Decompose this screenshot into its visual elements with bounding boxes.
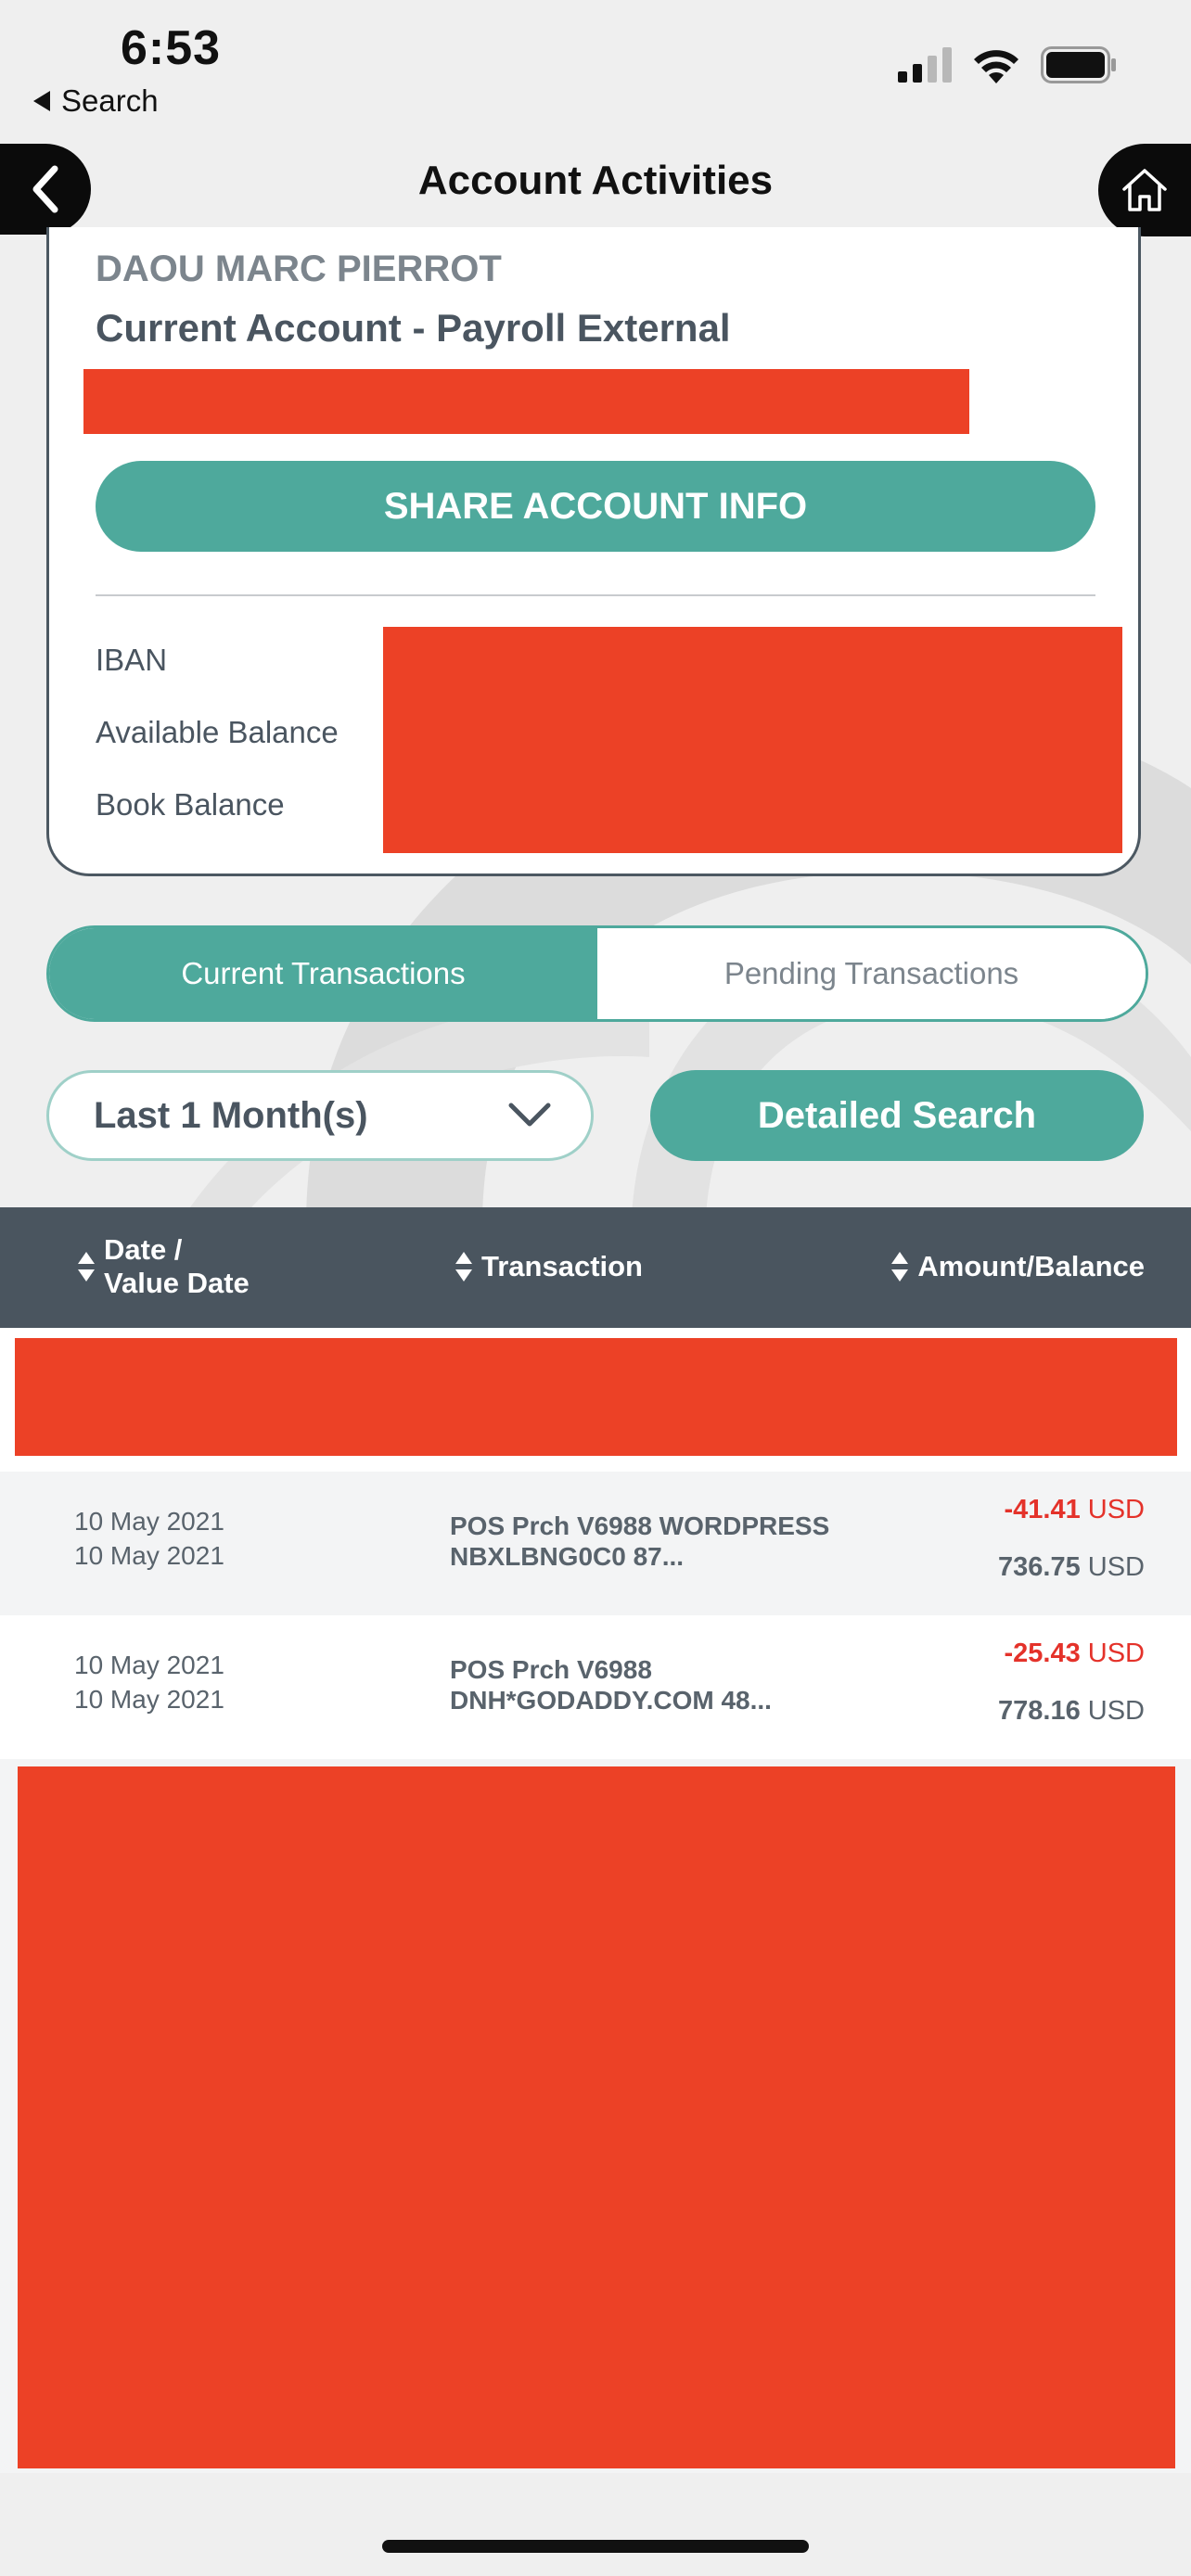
transaction-amount-currency: USD bbox=[1087, 1639, 1145, 1668]
status-time: 6:53 bbox=[121, 21, 222, 75]
battery-icon bbox=[1041, 46, 1116, 83]
transaction-amount: -41.41 bbox=[1004, 1495, 1081, 1524]
card-divider bbox=[96, 594, 1095, 596]
transaction-balance: 778.16 bbox=[998, 1696, 1081, 1726]
redacted-account-values bbox=[383, 627, 1122, 853]
home-indicator[interactable] bbox=[382, 2540, 809, 2553]
period-value: Last 1 Month(s) bbox=[94, 1094, 368, 1136]
transaction-description-2: DNH*GODADDY.COM 48... bbox=[450, 1686, 772, 1715]
back-to-search-link[interactable]: Search bbox=[33, 83, 159, 119]
page-title: Account Activities bbox=[417, 158, 774, 203]
transaction-balance-currency: USD bbox=[1087, 1696, 1145, 1726]
redacted-row bbox=[15, 1338, 1177, 1456]
table-header: Date / Value Date Transaction Amount/Bal… bbox=[0, 1207, 1191, 1328]
account-holder-name: DAOU MARC PIERROT bbox=[96, 249, 502, 289]
status-icons bbox=[898, 46, 1117, 83]
transaction-balance-currency: USD bbox=[1087, 1552, 1145, 1582]
column-date-label-2: Value Date bbox=[104, 1267, 250, 1299]
signal-icon bbox=[898, 47, 952, 83]
table-row[interactable]: 10 May 2021 10 May 2021 POS Prch V6988 W… bbox=[0, 1472, 1191, 1615]
chevron-down-icon bbox=[508, 1103, 551, 1127]
transaction-tabs: Current Transactions Pending Transaction… bbox=[46, 925, 1148, 1022]
home-icon bbox=[1122, 169, 1167, 211]
share-account-info-button[interactable]: SHARE ACCOUNT INFO bbox=[96, 461, 1095, 552]
redacted-rows bbox=[18, 1766, 1175, 2468]
transaction-description-1: POS Prch V6988 WORDPRESS bbox=[450, 1511, 830, 1540]
column-transaction[interactable]: Transaction bbox=[455, 1250, 643, 1283]
home-button[interactable] bbox=[1098, 144, 1191, 236]
table-row[interactable]: 10 May 2021 10 May 2021 POS Prch V6988 D… bbox=[0, 1615, 1191, 1759]
book-balance-label: Book Balance bbox=[96, 787, 285, 822]
transaction-date: 10 May 2021 bbox=[74, 1651, 224, 1679]
column-amount-label: Amount/Balance bbox=[917, 1250, 1145, 1282]
back-search-label: Search bbox=[61, 83, 159, 118]
back-triangle-icon bbox=[33, 91, 50, 111]
tab-pending-transactions[interactable]: Pending Transactions bbox=[597, 928, 1146, 1019]
transaction-balance: 736.75 bbox=[998, 1552, 1081, 1582]
transaction-value-date: 10 May 2021 bbox=[74, 1685, 224, 1714]
transaction-amount-currency: USD bbox=[1087, 1495, 1145, 1524]
iban-label: IBAN bbox=[96, 643, 168, 677]
transaction-value-date: 10 May 2021 bbox=[74, 1541, 224, 1570]
account-type: Current Account - Payroll External bbox=[96, 306, 731, 350]
sort-icon bbox=[78, 1252, 95, 1282]
transaction-description-1: POS Prch V6988 bbox=[450, 1655, 652, 1684]
period-dropdown[interactable]: Last 1 Month(s) bbox=[46, 1070, 594, 1161]
detailed-search-button[interactable]: Detailed Search bbox=[650, 1070, 1144, 1161]
transaction-description-2: NBXLBNG0C0 87... bbox=[450, 1542, 685, 1571]
column-transaction-label: Transaction bbox=[481, 1250, 643, 1282]
column-date[interactable]: Date / Value Date bbox=[78, 1233, 250, 1300]
wifi-icon bbox=[974, 50, 1018, 83]
tab-current-transactions[interactable]: Current Transactions bbox=[49, 928, 597, 1019]
transaction-amount: -25.43 bbox=[1004, 1639, 1081, 1668]
transaction-date: 10 May 2021 bbox=[74, 1507, 224, 1536]
column-date-label-1: Date / bbox=[104, 1233, 183, 1266]
sort-icon bbox=[891, 1252, 909, 1282]
available-balance-label: Available Balance bbox=[96, 715, 339, 749]
redacted-account-number bbox=[83, 369, 969, 434]
column-amount-balance[interactable]: Amount/Balance bbox=[891, 1250, 1145, 1283]
sort-icon bbox=[455, 1252, 472, 1282]
